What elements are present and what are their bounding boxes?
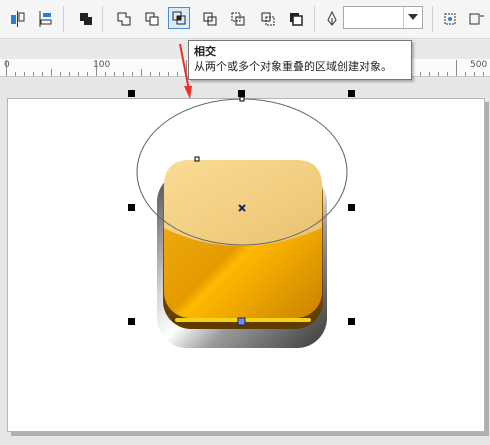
node-handle xyxy=(237,317,246,326)
node-handle xyxy=(239,96,245,102)
intersect-result-shape xyxy=(164,160,322,246)
tooltip-title: 相交 xyxy=(194,45,216,58)
node-handle xyxy=(194,156,200,162)
tooltip-description: 从两个或多个对象重叠的区域创建对象。 xyxy=(194,60,392,73)
tooltip: 相交 从两个或多个对象重叠的区域创建对象。 xyxy=(188,40,412,80)
